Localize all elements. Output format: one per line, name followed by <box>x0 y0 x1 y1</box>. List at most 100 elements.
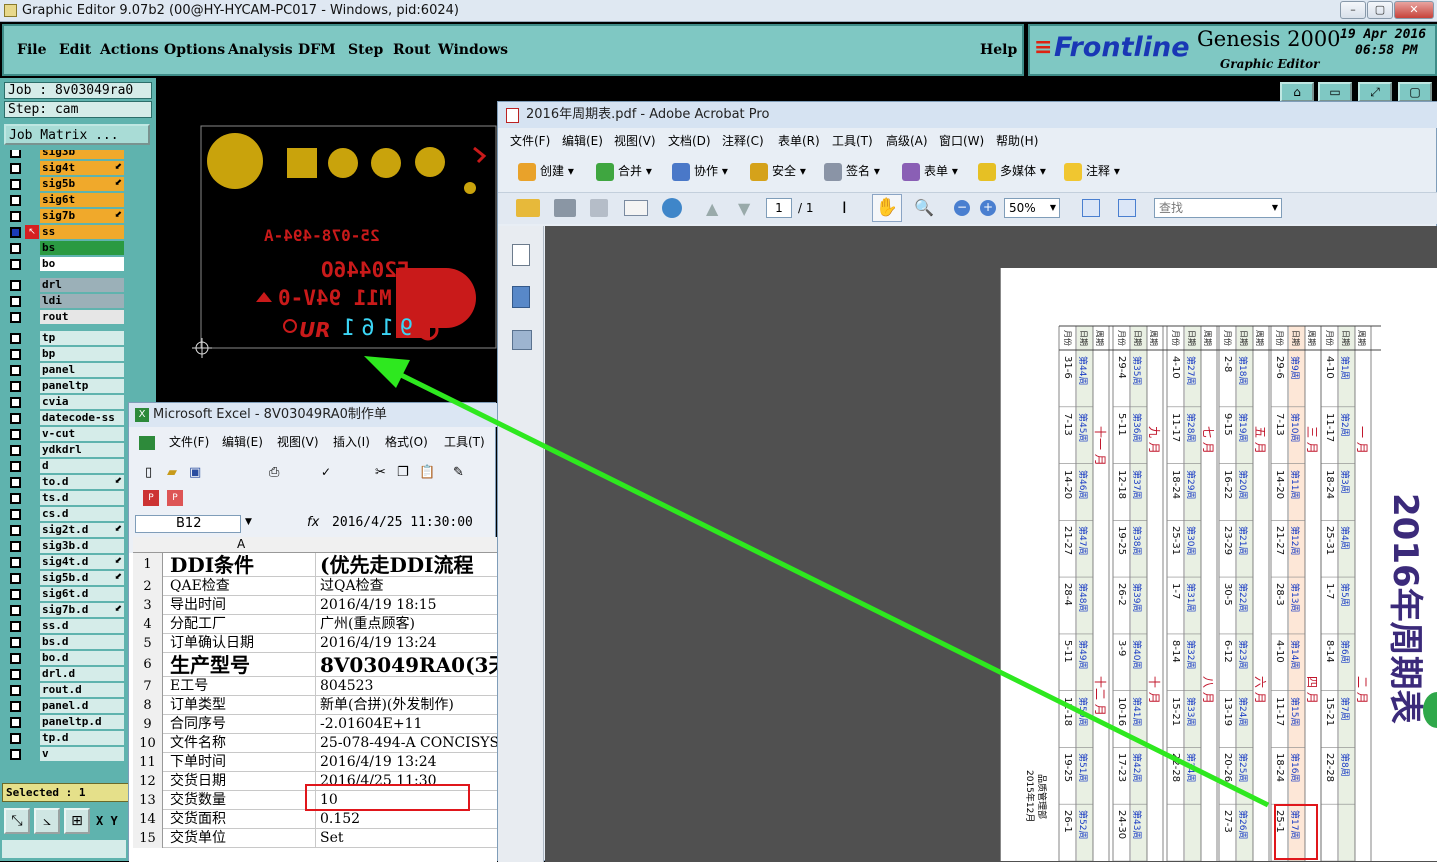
layer-row-ydkdrl[interactable]: ydkdrl <box>8 443 124 457</box>
layer-row-cs-d[interactable]: cs.d <box>8 507 124 521</box>
row-number[interactable]: 3 <box>133 596 163 615</box>
layer-row-d[interactable]: d <box>8 459 124 473</box>
row-number[interactable]: 11 <box>133 753 163 772</box>
copy-icon[interactable]: ❐ <box>397 465 409 480</box>
attachments-panel-icon[interactable] <box>512 330 532 350</box>
layer-checkbox[interactable] <box>10 557 21 568</box>
acrobat-menu-tools[interactable]: 工具(T) <box>832 132 873 149</box>
layer-name[interactable]: sig7b.d <box>40 603 124 617</box>
fit-page-icon[interactable] <box>1118 199 1136 217</box>
name-box[interactable]: B12 <box>135 515 241 533</box>
layer-name[interactable]: sig2t.d <box>40 523 124 537</box>
layer-name[interactable]: paneltp.d <box>40 715 124 729</box>
cell-label[interactable]: 生产型号 <box>164 653 316 677</box>
layer-name[interactable]: rout.d <box>40 683 124 697</box>
layer-row-to-d[interactable]: to.d ⬋ <box>8 475 124 489</box>
print-icon[interactable]: ⎙ <box>269 465 279 480</box>
open-folder-icon[interactable]: ▰ <box>167 465 177 480</box>
layer-name[interactable]: sig5b.d <box>40 571 124 585</box>
row-number[interactable]: 8 <box>133 696 163 715</box>
select-text-icon[interactable]: I <box>842 198 847 217</box>
job-matrix-button[interactable]: Job Matrix ... <box>4 124 150 145</box>
layer-checkbox[interactable] <box>10 701 21 712</box>
acrobat-menu-comments[interactable]: 注释(C) <box>722 132 764 149</box>
layer-checkbox[interactable] <box>10 605 21 616</box>
spreadsheet-grid[interactable]: 1 DDI条件 (优先走DDI流程 2 QAE检查 过QA检查 3 导出时间 2016/4/19… <box>129 553 497 862</box>
acrobat-menu-help[interactable]: 帮助(H) <box>996 132 1038 149</box>
layer-checkbox[interactable] <box>10 243 21 254</box>
column-a-header[interactable]: A <box>237 537 245 551</box>
row-number[interactable]: 14 <box>133 810 163 829</box>
cell-label[interactable]: 交货面积 <box>164 810 316 829</box>
layer-checkbox[interactable] <box>10 621 21 632</box>
layer-name[interactable]: cs.d <box>40 507 124 521</box>
layer-name[interactable]: sig6t <box>40 193 124 207</box>
layer-checkbox[interactable] <box>10 150 21 158</box>
layer-name[interactable]: bp <box>40 347 124 361</box>
layer-checkbox[interactable] <box>10 333 21 344</box>
row-number[interactable]: 2 <box>133 577 163 596</box>
layer-name[interactable]: ldi <box>40 294 124 308</box>
save-icon[interactable]: ▣ <box>189 465 201 480</box>
acrobat-menu-file[interactable]: 文件(F) <box>510 132 550 149</box>
layer-checkbox[interactable] <box>10 525 21 536</box>
layer-checkbox[interactable] <box>10 637 21 648</box>
layer-name[interactable]: sig5b <box>40 177 124 191</box>
layer-name[interactable]: panel <box>40 363 124 377</box>
layer-name[interactable]: bo.d <box>40 651 124 665</box>
page-number-input[interactable]: 1 <box>766 198 792 218</box>
fit-view-button[interactable]: ▢ <box>1398 82 1432 102</box>
menu-step[interactable]: Step <box>348 42 383 58</box>
cell-value[interactable]: 8V03049RA0(3天 <box>317 653 497 677</box>
layer-row-sig4t[interactable]: sig4t ⬋ <box>8 161 124 175</box>
excel-menu-format[interactable]: 格式(O) <box>385 433 428 450</box>
zoom-out-icon[interactable]: − <box>954 200 970 216</box>
layer-checkbox[interactable] <box>10 429 21 440</box>
layer-row-ts-d[interactable]: ts.d <box>8 491 124 505</box>
cell-value[interactable]: -2.01604E+11 <box>317 715 497 734</box>
layer-name[interactable]: sig6t.d <box>40 587 124 601</box>
fit-width-icon[interactable] <box>1082 199 1100 217</box>
open-folder-icon[interactable] <box>516 199 540 217</box>
format-painter-icon[interactable]: ✎ <box>453 465 464 480</box>
zoom-in-icon[interactable]: + <box>980 200 996 216</box>
close-button[interactable]: ✕ <box>1394 1 1434 19</box>
pdf-page[interactable]: 周期 日期 月份 第1周 第2周 第3周 第4周 第5周 第6周 第7周 第8周 4-10 11-17 1… <box>1000 268 1437 861</box>
layer-row-ss[interactable]: ss ↖ <box>8 225 124 239</box>
layer-checkbox[interactable] <box>10 296 21 307</box>
layer-checkbox[interactable] <box>10 227 21 238</box>
layer-name[interactable]: to.d <box>40 475 124 489</box>
layer-name[interactable]: v-cut <box>40 427 124 441</box>
cell-value[interactable]: 新单(合拼)(外发制作) <box>317 696 497 715</box>
excel-menu-insert[interactable]: 插入(I) <box>333 433 370 450</box>
cell-label[interactable]: DDI条件 <box>164 553 316 577</box>
menu-windows[interactable]: Windows <box>438 42 508 58</box>
layer-row-datecode-ss[interactable]: datecode-ss <box>8 411 124 425</box>
layer-checkbox[interactable] <box>10 461 21 472</box>
task-comment-button[interactable]: 注释 ▾ <box>1064 160 1120 184</box>
layer-checkbox[interactable] <box>10 541 21 552</box>
acrobat-menu-advanced[interactable]: 高级(A) <box>886 132 928 149</box>
layer-checkbox[interactable] <box>10 445 21 456</box>
cell-value[interactable]: (优先走DDI流程 <box>317 553 497 577</box>
layer-name[interactable]: v <box>40 747 124 761</box>
layer-checkbox[interactable] <box>10 397 21 408</box>
layer-row-drl[interactable]: drl <box>8 278 124 292</box>
layer-name[interactable]: datecode-ss <box>40 411 124 425</box>
layer-row-tp[interactable]: tp <box>8 331 124 345</box>
acrobat-menu-edit[interactable]: 编辑(E) <box>562 132 603 149</box>
layer-row-paneltp[interactable]: paneltp <box>8 379 124 393</box>
layer-checkbox[interactable] <box>10 749 21 760</box>
layer-row-panel-d[interactable]: panel.d <box>8 699 124 713</box>
task-merge-button[interactable]: 合并 ▾ <box>596 160 652 184</box>
pdf-attach-icon[interactable]: P <box>167 490 183 506</box>
cell-label[interactable]: 交货数量 <box>164 791 316 810</box>
cell-value[interactable]: 25-078-494-A CONCISYS <box>317 734 497 753</box>
layer-checkbox[interactable] <box>10 685 21 696</box>
layer-row-sig4t-d[interactable]: sig4t.d ⬋ <box>8 555 124 569</box>
row-number[interactable]: 13 <box>133 791 163 810</box>
layer-name[interactable]: bo <box>40 257 124 271</box>
layer-row-cvia[interactable]: cvia <box>8 395 124 409</box>
row-number[interactable]: 5 <box>133 634 163 653</box>
maximize-button[interactable]: ▢ <box>1367 1 1393 19</box>
